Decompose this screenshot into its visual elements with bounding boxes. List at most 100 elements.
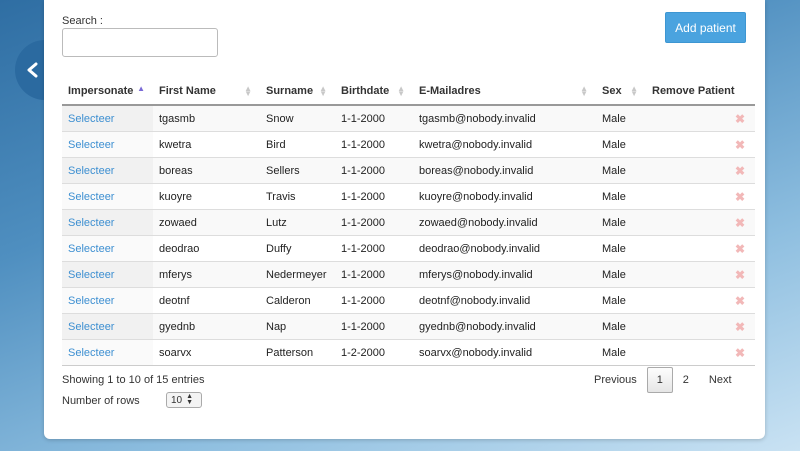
remove-cell: ✖ — [646, 235, 755, 262]
remove-patient-icon[interactable]: ✖ — [735, 190, 745, 204]
selecteer-link[interactable]: Selecteer — [68, 191, 114, 203]
table-row: Selecteer deodrao Duffy 1-1-2000 deodrao@nob… — [62, 235, 755, 262]
remove-patient-icon[interactable]: ✖ — [735, 320, 745, 334]
selecteer-link[interactable]: Selecteer — [68, 243, 114, 255]
remove-cell: ✖ — [646, 157, 755, 184]
first-name-cell: kuoyre — [153, 183, 260, 210]
stepper-arrows-icon: ▲ ▼ — [186, 393, 194, 406]
column-header-impersonate[interactable]: Impersonate ▲ — [62, 78, 153, 106]
remove-cell: ✖ — [646, 183, 755, 210]
surname-cell: Travis — [260, 183, 335, 210]
table-row: Selecteer mferys Nedermeyer 1-1-2000 mferys@… — [62, 261, 755, 288]
remove-patient-icon[interactable]: ✖ — [735, 138, 745, 152]
column-header-email[interactable]: E-Mailadres ▲ ▼ — [413, 78, 596, 106]
birthdate-cell: 1-1-2000 — [335, 157, 413, 184]
table-row: Selecteer soarvx Patterson 1-2-2000 soarvx@n… — [62, 339, 755, 366]
sort-arrows-icon: ▲ ▼ — [580, 84, 588, 98]
surname-cell: Nap — [260, 313, 335, 340]
first-name-cell: tgasmb — [153, 104, 260, 132]
first-name-cell: zowaed — [153, 209, 260, 236]
remove-patient-icon[interactable]: ✖ — [735, 216, 745, 230]
column-header-surname[interactable]: Surname ▲ ▼ — [260, 78, 335, 106]
birthdate-cell: 1-1-2000 — [335, 209, 413, 236]
remove-patient-icon[interactable]: ✖ — [735, 346, 745, 360]
email-cell: boreas@nobody.invalid — [413, 157, 596, 184]
birthdate-cell: 1-1-2000 — [335, 235, 413, 262]
first-name-cell: deotnf — [153, 287, 260, 314]
sex-cell: Male — [596, 104, 646, 132]
remove-patient-icon[interactable]: ✖ — [735, 242, 745, 256]
table-row: Selecteer tgasmb Snow 1-1-2000 tgasmb@nobody… — [62, 104, 755, 132]
sex-cell: Male — [596, 339, 646, 366]
sort-arrows-icon: ▲ ▼ — [630, 84, 638, 98]
impersonate-cell: Selecteer — [62, 157, 153, 184]
surname-cell: Nedermeyer — [260, 261, 335, 288]
impersonate-cell: Selecteer — [62, 183, 153, 210]
remove-cell: ✖ — [646, 104, 755, 132]
remove-patient-icon[interactable]: ✖ — [735, 268, 745, 282]
selecteer-link[interactable]: Selecteer — [68, 269, 114, 281]
sex-cell: Male — [596, 313, 646, 340]
surname-cell: Patterson — [260, 339, 335, 366]
sex-cell: Male — [596, 261, 646, 288]
remove-patient-icon[interactable]: ✖ — [735, 164, 745, 178]
email-cell: zowaed@nobody.invalid — [413, 209, 596, 236]
column-header-first-name[interactable]: First Name ▲ ▼ — [153, 78, 260, 106]
first-name-cell: soarvx — [153, 339, 260, 366]
selecteer-link[interactable]: Selecteer — [68, 321, 114, 333]
selecteer-link[interactable]: Selecteer — [68, 217, 114, 229]
surname-cell: Bird — [260, 131, 335, 158]
rows-per-page-value: 10 — [171, 394, 183, 406]
first-name-cell: mferys — [153, 261, 260, 288]
impersonate-cell: Selecteer — [62, 313, 153, 340]
sort-ascending-icon: ▲ — [137, 84, 145, 93]
column-header-sex[interactable]: Sex ▲ ▼ — [596, 78, 646, 106]
selecteer-link[interactable]: Selecteer — [68, 113, 114, 125]
first-name-cell: gyednb — [153, 313, 260, 340]
surname-cell: Lutz — [260, 209, 335, 236]
rows-per-page-label: Number of rows — [62, 395, 140, 407]
impersonate-cell: Selecteer — [62, 261, 153, 288]
birthdate-cell: 1-1-2000 — [335, 104, 413, 132]
birthdate-cell: 1-1-2000 — [335, 287, 413, 314]
sort-arrows-icon: ▲ ▼ — [319, 84, 327, 98]
page-button-1[interactable]: 1 — [646, 367, 673, 393]
surname-cell: Calderon — [260, 287, 335, 314]
selecteer-link[interactable]: Selecteer — [68, 139, 114, 151]
remove-patient-icon[interactable]: ✖ — [735, 294, 745, 308]
selecteer-link[interactable]: Selecteer — [68, 295, 114, 307]
sex-cell: Male — [596, 287, 646, 314]
patients-panel: Search : Add patient Impersonate ▲ First … — [44, 0, 765, 439]
table-row: Selecteer deotnf Calderon 1-1-2000 deotnf@no… — [62, 287, 755, 314]
selecteer-link[interactable]: Selecteer — [68, 347, 114, 359]
impersonate-cell: Selecteer — [62, 209, 153, 236]
column-header-birthdate[interactable]: Birthdate ▲ ▼ — [335, 78, 413, 106]
remove-cell: ✖ — [646, 131, 755, 158]
impersonate-cell: Selecteer — [62, 339, 153, 366]
pagination: Previous 1 2 Next — [584, 367, 742, 393]
email-cell: gyednb@nobody.invalid — [413, 313, 596, 340]
table-row: Selecteer gyednb Nap 1-1-2000 gyednb@nobody.… — [62, 313, 755, 340]
previous-page-button[interactable]: Previous — [584, 367, 647, 393]
table-row: Selecteer kwetra Bird 1-1-2000 kwetra@nobody… — [62, 131, 755, 158]
selecteer-link[interactable]: Selecteer — [68, 165, 114, 177]
rows-per-page-select[interactable]: 10 ▲ ▼ — [166, 392, 202, 408]
page-button-2[interactable]: 2 — [673, 367, 699, 393]
sex-cell: Male — [596, 235, 646, 262]
search-input[interactable] — [62, 28, 218, 57]
birthdate-cell: 1-1-2000 — [335, 313, 413, 340]
remove-patient-icon[interactable]: ✖ — [735, 112, 745, 126]
table-info: Showing 1 to 10 of 15 entries — [62, 374, 205, 386]
sex-cell: Male — [596, 209, 646, 236]
birthdate-cell: 1-2-2000 — [335, 339, 413, 366]
add-patient-button[interactable]: Add patient — [665, 12, 746, 43]
email-cell: kuoyre@nobody.invalid — [413, 183, 596, 210]
email-cell: tgasmb@nobody.invalid — [413, 104, 596, 132]
surname-cell: Snow — [260, 104, 335, 132]
first-name-cell: boreas — [153, 157, 260, 184]
remove-cell: ✖ — [646, 261, 755, 288]
sort-arrows-icon: ▲ ▼ — [244, 84, 252, 98]
next-page-button[interactable]: Next — [699, 367, 742, 393]
email-cell: deodrao@nobody.invalid — [413, 235, 596, 262]
remove-cell: ✖ — [646, 287, 755, 314]
